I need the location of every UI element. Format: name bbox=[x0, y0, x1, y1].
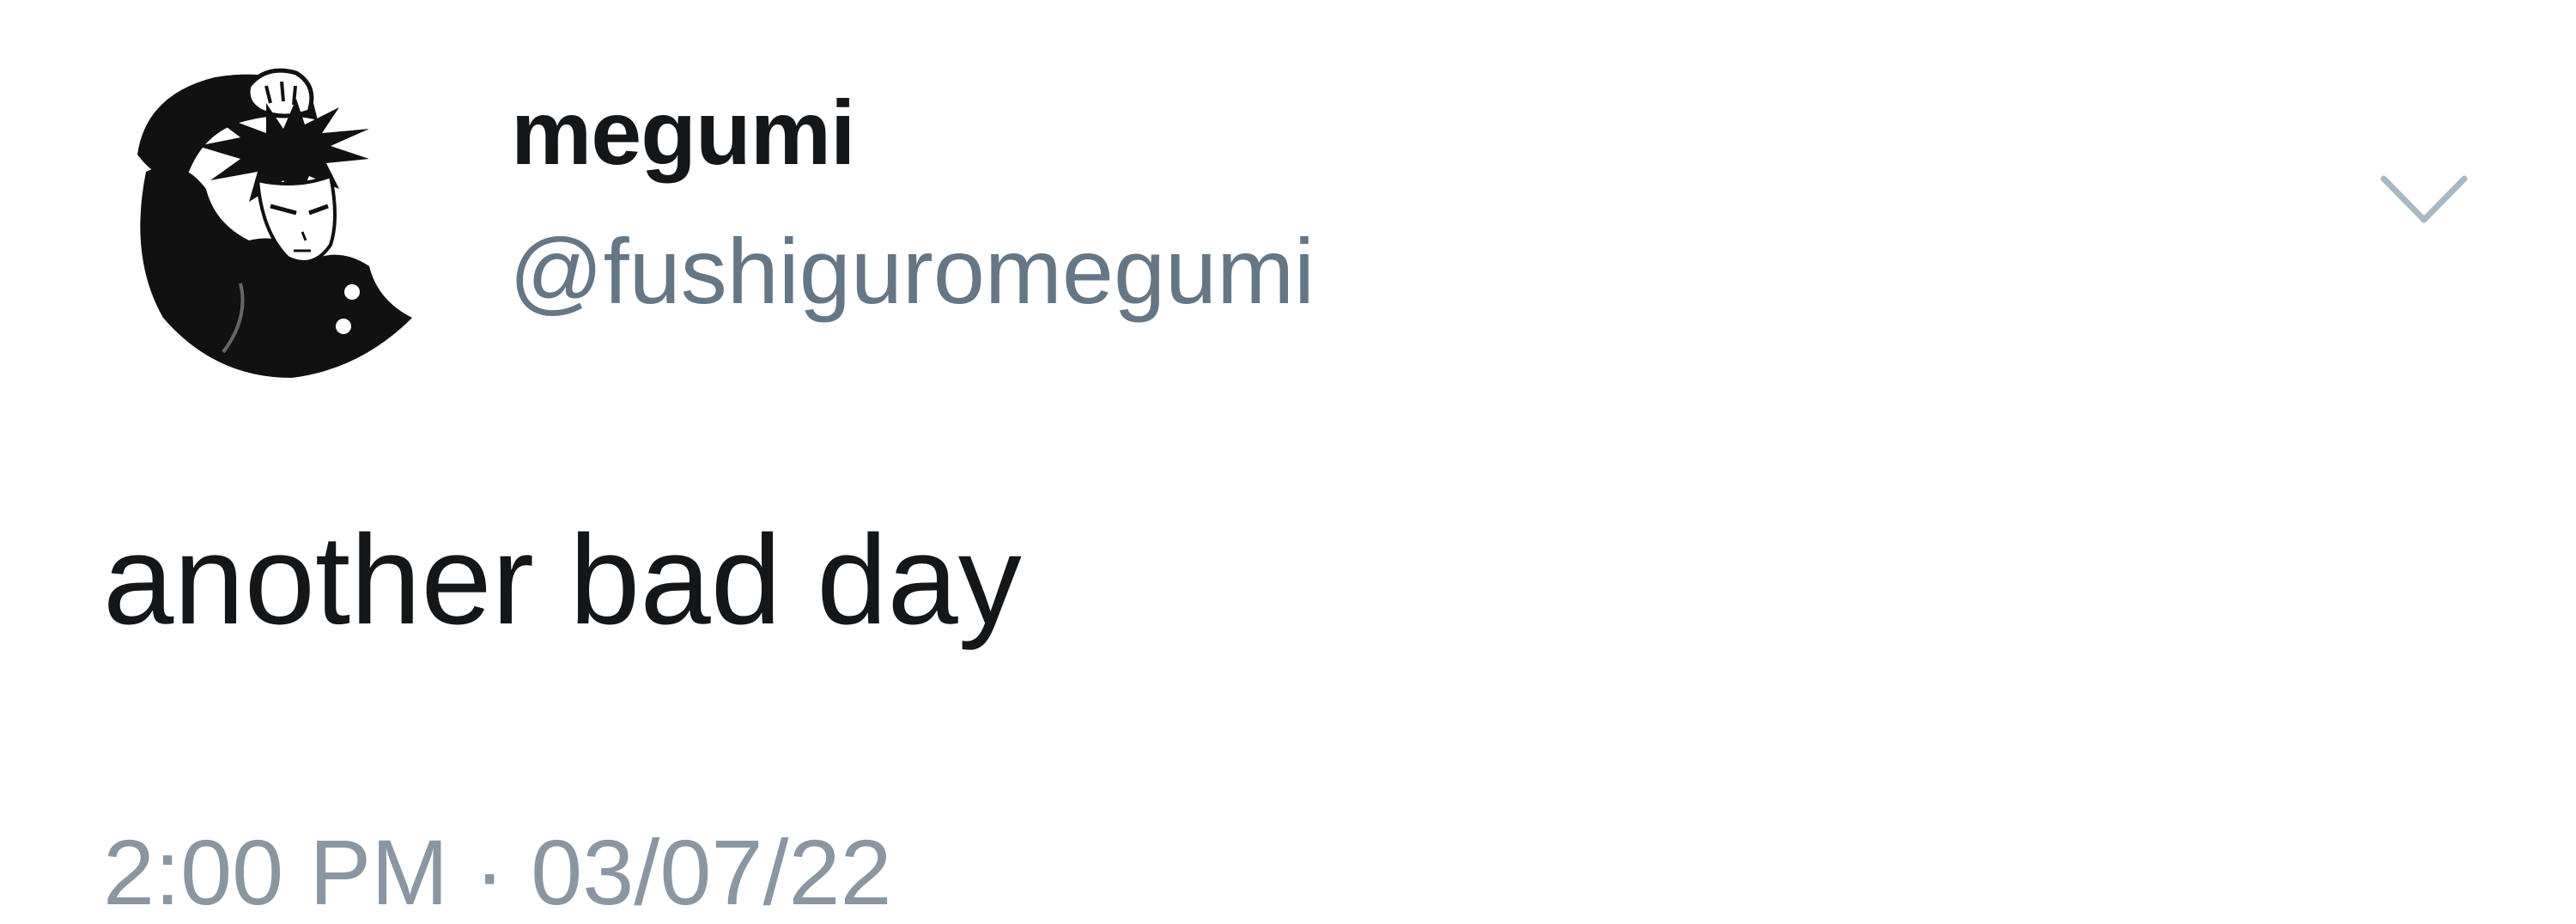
avatar-image bbox=[137, 68, 413, 378]
tweet-card: megumi @fushiguromegumi another bad day … bbox=[0, 0, 2576, 919]
user-handle[interactable]: @fushiguromegumi bbox=[509, 225, 1315, 318]
avatar[interactable] bbox=[112, 60, 438, 386]
tweet-text: another bad day bbox=[103, 509, 1022, 651]
tweet-timestamp[interactable]: 2:00 PM · 03/07/22 bbox=[103, 826, 892, 919]
display-name[interactable]: megumi bbox=[511, 88, 855, 179]
chevron-down-icon[interactable] bbox=[2377, 170, 2471, 230]
